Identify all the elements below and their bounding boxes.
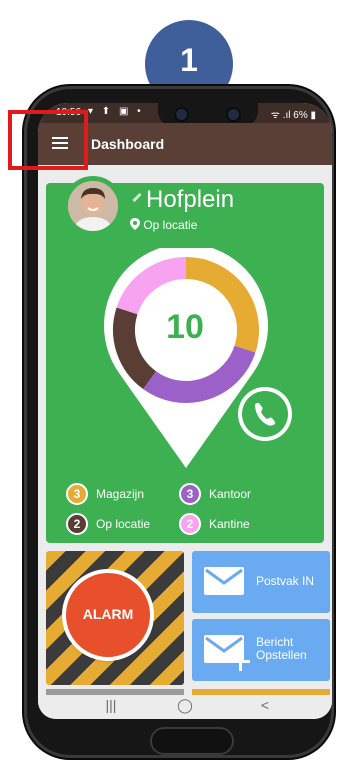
camera-icon [228, 109, 239, 120]
step-number: 1 [180, 42, 198, 78]
legend-label: Kantoor [209, 487, 252, 501]
avatar-photo [68, 181, 118, 231]
alarm-button[interactable]: ALARM [66, 573, 150, 657]
status-notifications: ▾ ⬆ ▣ • [88, 106, 144, 117]
alarm-label: ALARM [82, 606, 134, 622]
legend-label: Op locatie [96, 517, 151, 531]
back-button[interactable]: < [250, 697, 280, 713]
people-count: 10 [166, 308, 204, 346]
legend-count: 3 [66, 483, 88, 505]
legend-count: 3 [179, 483, 201, 505]
postvak-label: Postvak IN [256, 574, 315, 588]
system-nav-bar: ||| ◯ < [38, 695, 332, 719]
call-button-face [242, 391, 288, 437]
envelope-icon [204, 567, 244, 595]
recent-apps-button[interactable]: ||| [96, 697, 126, 713]
home-button[interactable]: ◯ [170, 697, 200, 714]
location-name: Hofplein [146, 186, 235, 213]
legend-label: Kantine [209, 517, 250, 531]
menu-highlight-box [8, 110, 88, 170]
phone-bottom-speaker [150, 727, 234, 755]
pin-icon [130, 218, 140, 230]
call-button[interactable] [238, 387, 292, 441]
legend-count: 2 [66, 513, 88, 535]
bericht-label-line2: Opstellen [256, 648, 307, 662]
plus-icon [232, 653, 250, 671]
bericht-opstellen-tile[interactable]: Bericht Opstellen [192, 619, 330, 681]
legend-count: 2 [179, 513, 201, 535]
legend-label: Magazijn [96, 487, 145, 501]
location-status-label: Op locatie [143, 218, 198, 232]
camera-icon [176, 109, 187, 120]
phone-screen: 10:56 ▾ ⬆ ▣ • ᯤ .ıl 6% ▮ Dashboard Hofpl… [38, 103, 332, 719]
status-indicators: ᯤ .ıl 6% ▮ [270, 110, 316, 121]
location-status: Op locatie [130, 218, 197, 232]
avatar[interactable] [63, 176, 123, 236]
person-icon [68, 181, 118, 231]
postvak-in-tile[interactable]: Postvak IN [192, 551, 330, 613]
page-title: Dashboard [91, 136, 165, 152]
phone-icon [255, 403, 276, 426]
